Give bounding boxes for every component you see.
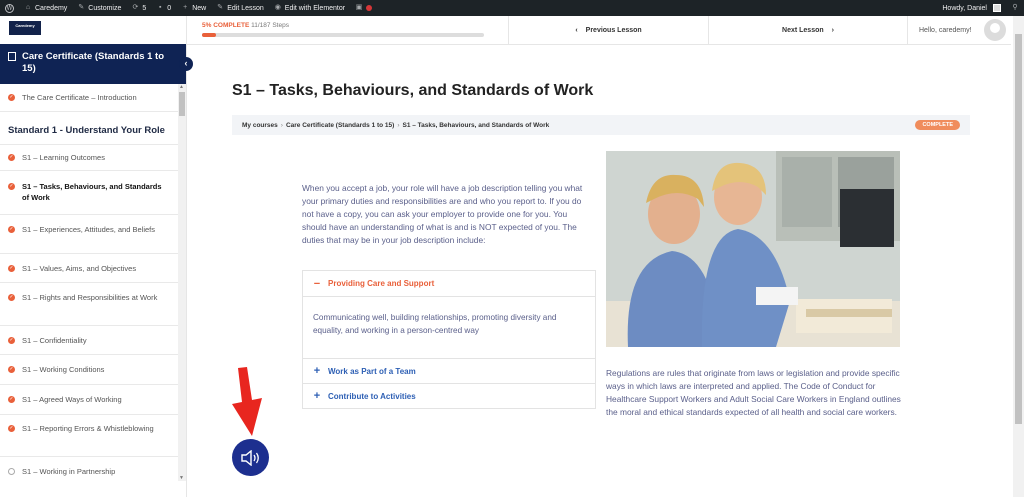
breadcrumb: My courses › Care Certificate (Standards… <box>232 115 970 135</box>
lesson-list: ✓ The Care Certificate – Introduction St… <box>0 84 178 481</box>
logo[interactable]: Caredemy <box>9 21 41 38</box>
lesson-item[interactable]: ✓ S1 – Rights and Responsibilities at Wor… <box>0 283 178 326</box>
accordion-toggle-providing-care[interactable]: − Providing Care and Support <box>303 271 595 296</box>
lesson-title: S1 – Tasks, Behaviours, and Standards of… <box>232 82 594 99</box>
sidebar-scrollbar[interactable]: ▲ ▼ <box>178 84 186 481</box>
seo-menu[interactable]: ▣ <box>350 0 377 16</box>
lesson-photo <box>606 151 900 347</box>
course-progress: 5% COMPLETE 11/187 Steps <box>202 22 484 37</box>
lesson-item[interactable]: ✓ S1 – Experiences, Attitudes, and Belief… <box>0 215 178 254</box>
progress-percent: 5% COMPLETE <box>202 22 250 29</box>
pencil-icon: ✎ <box>78 4 85 11</box>
user-avatar[interactable] <box>984 19 1006 41</box>
seo-icon: ▣ <box>355 4 363 11</box>
logo-area: Caredemy <box>0 16 186 44</box>
accordion-body: Communicating well, building relationshi… <box>303 296 595 358</box>
lesson-item[interactable]: ✓ S1 – Working Conditions <box>0 355 178 385</box>
avatar <box>993 4 1001 12</box>
lesson-item[interactable]: ✓ S1 – Learning Outcomes <box>0 145 178 171</box>
status-badge: COMPLETE <box>915 120 960 130</box>
edit-elementor-link[interactable]: ◉ Edit with Elementor <box>269 0 350 16</box>
lesson-item[interactable]: ✓ S1 – Reporting Errors & Whistleblowing <box>0 415 178 457</box>
book-icon <box>8 52 16 61</box>
breadcrumb-lesson[interactable]: S1 – Tasks, Behaviours, and Standards of… <box>403 122 550 129</box>
breadcrumb-my-courses[interactable]: My courses <box>242 122 278 129</box>
chevron-left-icon: ‹ <box>575 27 578 34</box>
text-to-speech-button[interactable] <box>232 439 269 476</box>
pencil-icon: ✎ <box>217 4 224 11</box>
check-icon: ✓ <box>8 94 15 101</box>
wp-logo-menu[interactable]: W <box>0 0 19 16</box>
wordpress-icon: W <box>5 3 14 13</box>
speaker-icon <box>240 449 259 466</box>
lesson-item[interactable]: ✓ S1 – Agreed Ways of Working <box>0 385 178 415</box>
course-title-header: Care Certificate (Standards 1 to 15) ‹ <box>0 44 193 84</box>
customize-link[interactable]: ✎ Customize <box>72 0 126 16</box>
accordion-toggle-activities[interactable]: + Contribute to Activities <box>303 383 595 408</box>
search-icon: ⚲ <box>1012 4 1018 11</box>
elementor-icon: ◉ <box>274 4 281 11</box>
sidebar-scroll-thumb[interactable] <box>179 92 185 116</box>
refresh-icon: ⟳ <box>132 4 139 11</box>
check-icon: ✓ <box>8 337 15 344</box>
previous-lesson-button[interactable]: ‹ Previous Lesson <box>508 16 708 45</box>
check-icon: ✓ <box>8 154 15 161</box>
plus-icon: + <box>183 4 188 11</box>
check-icon: ✓ <box>8 366 15 373</box>
edit-lesson-link[interactable]: ✎ Edit Lesson <box>211 0 269 16</box>
site-name-link[interactable]: ⌂ Caredemy <box>19 0 72 16</box>
comment-icon: ▪ <box>159 4 162 11</box>
page-scrollbar[interactable] <box>1013 16 1024 497</box>
breadcrumb-separator: › <box>280 121 283 129</box>
intro-paragraph: When you accept a job, your role will ha… <box>302 183 583 245</box>
lesson-item-intro[interactable]: ✓ The Care Certificate – Introduction <box>0 84 178 112</box>
progress-bar <box>202 33 484 37</box>
accordion-toggle-team[interactable]: + Work as Part of a Team <box>303 358 595 383</box>
check-icon: ✓ <box>8 294 15 301</box>
lesson-item[interactable]: ✓ S1 – Values, Aims, and Objectives <box>0 254 178 283</box>
next-lesson-button[interactable]: Next Lesson › <box>708 16 908 45</box>
admin-bar: W ⌂ Caredemy ✎ Customize ⟳ 5 ▪ 0 + New ✎ Edit … <box>0 0 1024 16</box>
new-content-link[interactable]: + New <box>176 0 211 16</box>
page-scroll-thumb[interactable] <box>1015 34 1022 424</box>
account-menu[interactable]: Howdy, Daniel <box>937 0 1006 16</box>
progress-fill <box>202 33 217 37</box>
plus-icon: + <box>313 390 321 402</box>
check-icon: ✓ <box>8 265 15 272</box>
notification-dot-icon <box>366 5 373 11</box>
scroll-down-icon[interactable]: ▼ <box>179 475 184 481</box>
check-icon: ✓ <box>8 425 15 432</box>
regulations-paragraph: Regulations are rules that originate fro… <box>606 368 901 417</box>
check-icon: ✓ <box>8 396 15 403</box>
chevron-right-icon: › <box>831 27 834 34</box>
course-title[interactable]: Care Certificate (Standards 1 to 15) <box>22 51 178 75</box>
minus-icon: − <box>313 277 321 290</box>
progress-steps: 11/187 Steps <box>251 22 289 29</box>
check-icon: ✓ <box>8 183 15 190</box>
check-icon: ✓ <box>8 226 15 233</box>
search-button[interactable]: ⚲ <box>1006 0 1024 16</box>
collapse-sidebar-button[interactable]: ‹ <box>179 57 193 71</box>
home-icon: ⌂ <box>25 4 31 11</box>
greeting: Hello, caredemy! <box>919 27 972 34</box>
lesson-item[interactable]: S1 – Working in Partnership <box>0 457 178 481</box>
lesson-item[interactable]: ✓ S1 – Confidentiality <box>0 326 178 355</box>
duties-accordion: − Providing Care and Support Communicati… <box>302 270 596 409</box>
updates-link[interactable]: ⟳ 5 <box>126 0 151 16</box>
breadcrumb-separator: › <box>397 121 400 129</box>
comments-link[interactable]: ▪ 0 <box>151 0 176 16</box>
incomplete-circle-icon <box>8 468 15 475</box>
red-arrow-annotation <box>232 367 262 436</box>
scroll-up-icon[interactable]: ▲ <box>179 84 184 90</box>
lesson-topbar: 5% COMPLETE 11/187 Steps ‹ Previous Lesso… <box>187 16 1011 45</box>
section-title[interactable]: Standard 1 - Understand Your Role <box>0 112 178 145</box>
lesson-item-active[interactable]: ✓ S1 – Tasks, Behaviours, and Standards o… <box>0 171 178 215</box>
plus-icon: + <box>313 365 321 377</box>
breadcrumb-course[interactable]: Care Certificate (Standards 1 to 15) <box>286 122 394 129</box>
nurses-image <box>606 151 900 347</box>
